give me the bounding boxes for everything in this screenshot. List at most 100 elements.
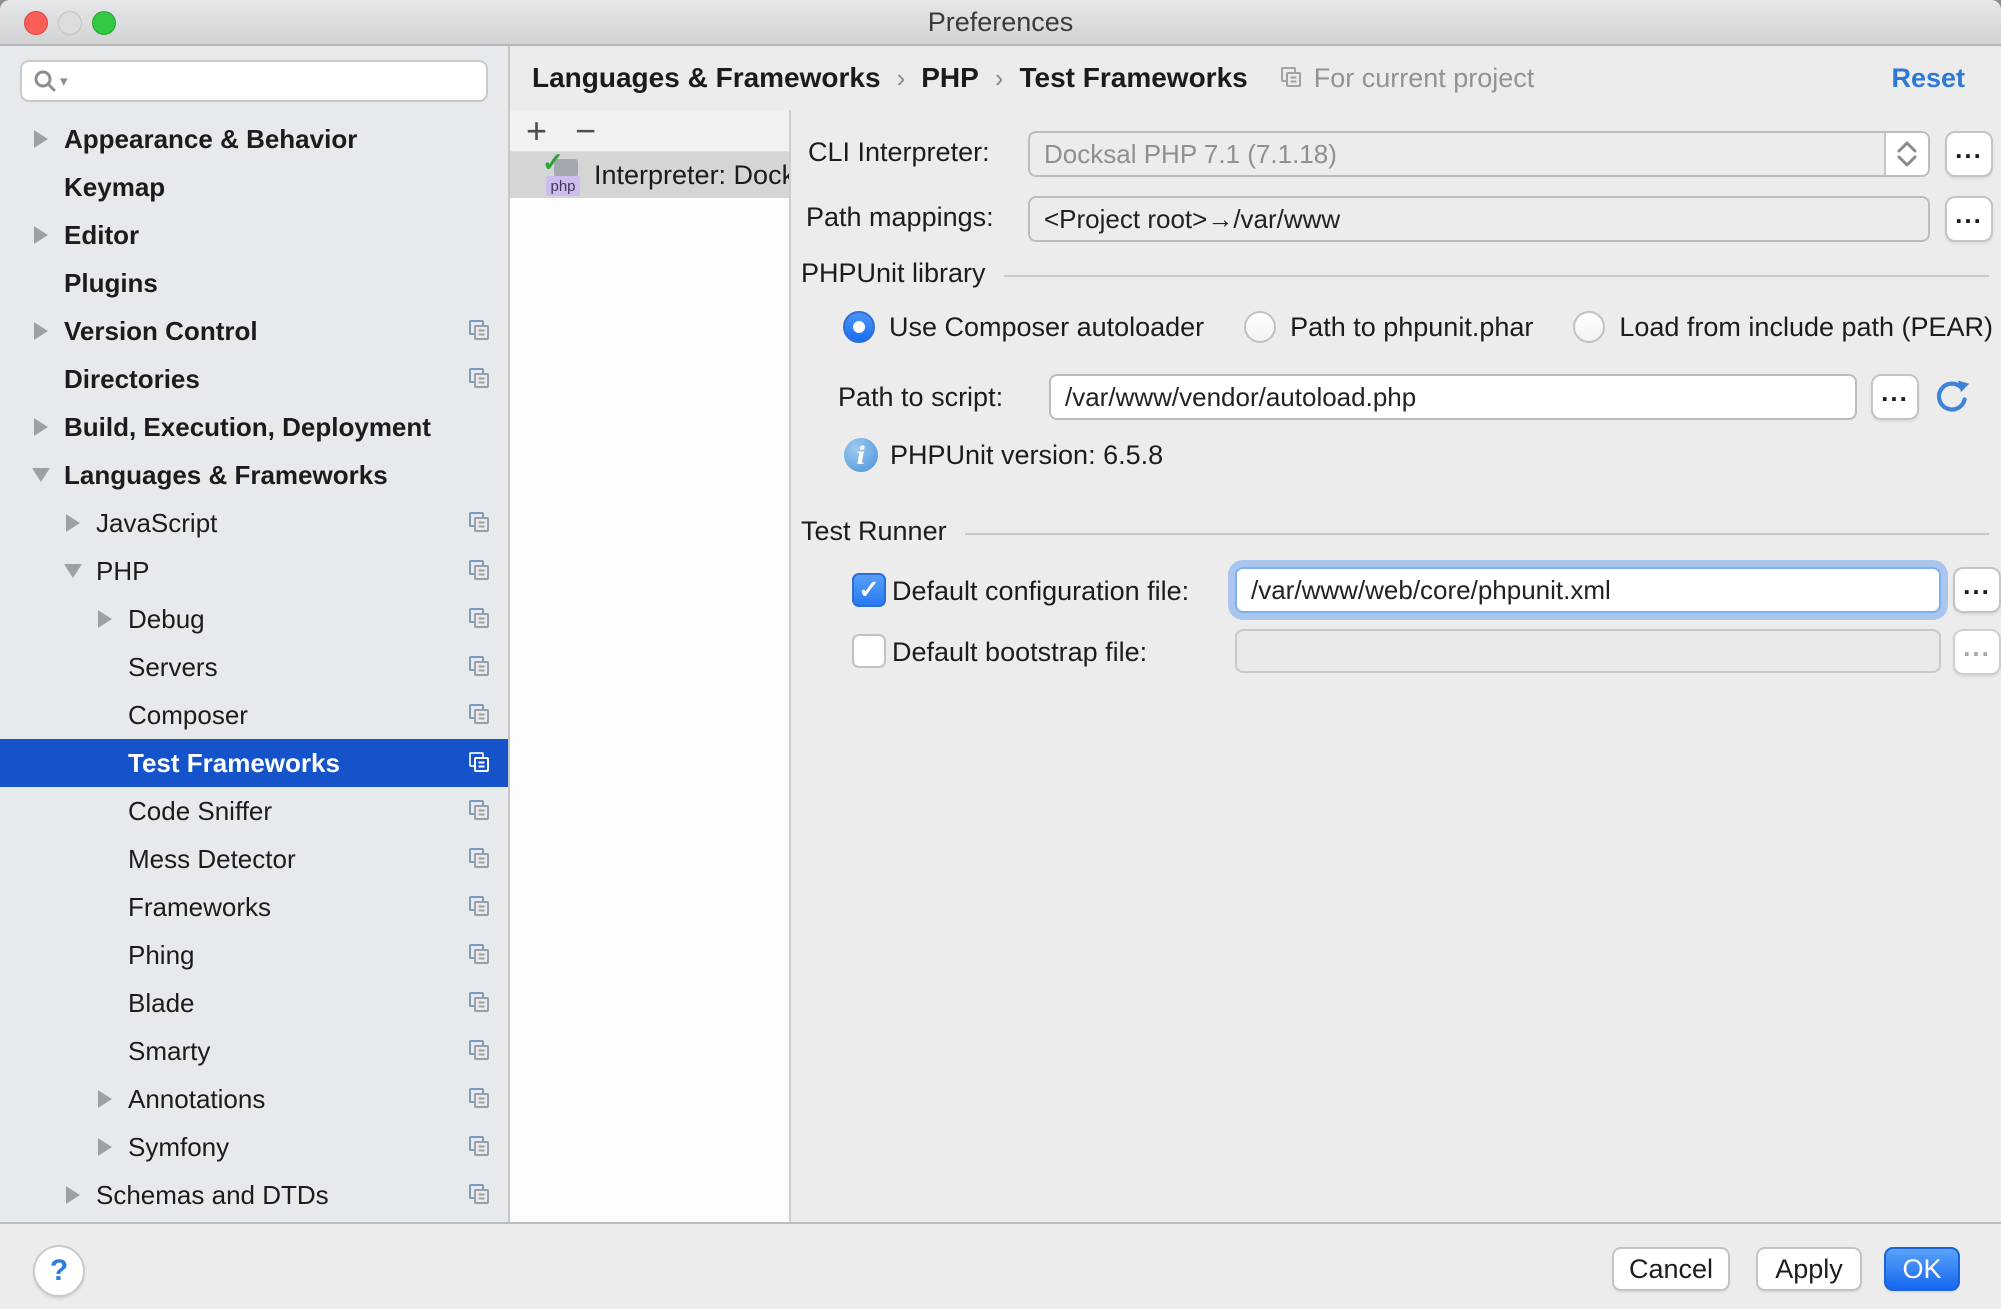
add-interpreter-button[interactable]: + bbox=[526, 113, 547, 149]
sidebar-item-annotations[interactable]: Annotations bbox=[0, 1075, 508, 1123]
sidebar-item-smarty[interactable]: Smarty bbox=[0, 1027, 508, 1075]
sidebar-item-label: Keymap bbox=[64, 172, 466, 203]
apply-button[interactable]: Apply bbox=[1756, 1247, 1862, 1291]
close-window-button[interactable] bbox=[24, 11, 48, 35]
minimize-window-button[interactable] bbox=[58, 11, 82, 35]
per-project-icon bbox=[466, 990, 492, 1016]
phpunit-library-section: PHPUnit library bbox=[801, 258, 1989, 289]
disclosure-triangle-icon[interactable] bbox=[18, 418, 64, 436]
sidebar-item-languages-frameworks[interactable]: Languages & Frameworks bbox=[0, 451, 508, 499]
radio-option-composer-autoloader[interactable]: Use Composer autoloader bbox=[843, 311, 1204, 343]
info-icon: i bbox=[844, 438, 878, 472]
disclosure-triangle-icon[interactable] bbox=[82, 1138, 128, 1156]
radio-button[interactable] bbox=[1573, 311, 1605, 343]
sidebar-item-label: Editor bbox=[64, 220, 466, 251]
disclosure-triangle-icon[interactable] bbox=[18, 226, 64, 244]
cli-interpreter-combobox[interactable] bbox=[1028, 131, 1930, 177]
sidebar-item-label: Languages & Frameworks bbox=[64, 460, 466, 491]
path-mappings-browse-button[interactable]: ... bbox=[1945, 196, 1993, 242]
sidebar-item-code-sniffer[interactable]: Code Sniffer bbox=[0, 787, 508, 835]
remove-interpreter-button[interactable]: − bbox=[575, 113, 596, 149]
search-options-caret-icon[interactable]: ▾ bbox=[60, 72, 68, 90]
disclosure-triangle-icon[interactable] bbox=[18, 468, 64, 482]
sidebar-item-label: Appearance & Behavior bbox=[64, 124, 466, 155]
default-configuration-file-browse-button[interactable]: ... bbox=[1953, 567, 2001, 613]
test-frameworks-form: CLI Interpreter: ... Path mappings: ... … bbox=[791, 110, 2001, 1222]
zoom-window-button[interactable] bbox=[92, 11, 116, 35]
default-bootstrap-file-value bbox=[1237, 636, 1939, 667]
disclosure-triangle-icon[interactable] bbox=[50, 1186, 96, 1204]
radio-option-phpunit-phar[interactable]: Path to phpunit.phar bbox=[1244, 311, 1533, 343]
path-mappings-field[interactable] bbox=[1028, 196, 1930, 242]
sidebar-item-build-execution-deployment[interactable]: Build, Execution, Deployment bbox=[0, 403, 508, 451]
per-project-icon bbox=[466, 1182, 492, 1208]
radio-option-include-path-pear[interactable]: Load from include path (PEAR) bbox=[1573, 311, 1993, 343]
breadcrumb-test-frameworks[interactable]: Test Frameworks bbox=[1019, 62, 1247, 94]
php-badge: php bbox=[546, 176, 580, 196]
scope-label: For current project bbox=[1314, 63, 1535, 94]
default-bootstrap-file-browse-button[interactable]: ... bbox=[1953, 629, 2001, 675]
path-mappings-value[interactable] bbox=[1030, 204, 1928, 235]
chevron-down-icon bbox=[1896, 155, 1918, 167]
sidebar-item-servers[interactable]: Servers bbox=[0, 643, 508, 691]
sidebar-item-schemas-and-dtds[interactable]: Schemas and DTDs bbox=[0, 1171, 508, 1219]
sidebar-item-mess-detector[interactable]: Mess Detector bbox=[0, 835, 508, 883]
sidebar-item-plugins[interactable]: Plugins bbox=[0, 259, 508, 307]
sidebar-item-label: Code Sniffer bbox=[128, 796, 466, 827]
sidebar-item-label: Debug bbox=[128, 604, 466, 635]
radio-button[interactable] bbox=[843, 311, 875, 343]
default-configuration-file-field[interactable] bbox=[1235, 567, 1941, 613]
disclosure-triangle-icon[interactable] bbox=[18, 130, 64, 148]
disclosure-triangle-icon[interactable] bbox=[82, 610, 128, 628]
help-button[interactable]: ? bbox=[33, 1245, 85, 1297]
interpreter-list-item[interactable]: ✓ php Interpreter: Dock bbox=[510, 152, 789, 198]
settings-search-field[interactable]: ▾ bbox=[20, 60, 488, 102]
per-project-icon bbox=[466, 606, 492, 632]
per-project-icon bbox=[466, 1134, 492, 1160]
cli-interpreter-browse-button[interactable]: ... bbox=[1945, 131, 1993, 177]
sidebar-item-phing[interactable]: Phing bbox=[0, 931, 508, 979]
sidebar-item-test-frameworks[interactable]: Test Frameworks bbox=[0, 739, 508, 787]
disclosure-triangle-icon[interactable] bbox=[18, 322, 64, 340]
path-to-script-value[interactable] bbox=[1051, 382, 1855, 413]
sidebar-item-label: Directories bbox=[64, 364, 466, 395]
test-runner-section-label: Test Runner bbox=[801, 516, 947, 547]
path-to-script-browse-button[interactable]: ... bbox=[1871, 374, 1919, 420]
sidebar-item-symfony[interactable]: Symfony bbox=[0, 1123, 508, 1171]
cancel-button[interactable]: Cancel bbox=[1612, 1247, 1730, 1291]
breadcrumb-languages-frameworks[interactable]: Languages & Frameworks bbox=[532, 62, 881, 94]
sidebar-item-editor[interactable]: Editor bbox=[0, 211, 508, 259]
sidebar-item-appearance-behavior[interactable]: Appearance & Behavior bbox=[0, 115, 508, 163]
sidebar-item-php[interactable]: PHP bbox=[0, 547, 508, 595]
default-configuration-file-value[interactable] bbox=[1237, 575, 1939, 606]
radio-button[interactable] bbox=[1244, 311, 1276, 343]
preferences-window: Preferences ▾ Appearance & Behavior Keym… bbox=[0, 0, 2001, 1309]
sidebar-item-frameworks[interactable]: Frameworks bbox=[0, 883, 508, 931]
combobox-stepper[interactable] bbox=[1884, 133, 1928, 175]
ok-button[interactable]: OK bbox=[1884, 1247, 1960, 1291]
sidebar-item-label: Plugins bbox=[64, 268, 466, 299]
default-bootstrap-file-checkbox[interactable]: ✓ bbox=[852, 634, 886, 668]
cli-interpreter-value[interactable] bbox=[1030, 139, 1884, 170]
reset-link[interactable]: Reset bbox=[1891, 63, 1965, 94]
breadcrumb-php[interactable]: PHP bbox=[921, 62, 979, 94]
path-to-script-field[interactable] bbox=[1049, 374, 1857, 420]
per-project-icon bbox=[466, 702, 492, 728]
sidebar-item-blade[interactable]: Blade bbox=[0, 979, 508, 1027]
per-project-icon bbox=[466, 558, 492, 584]
sidebar-item-javascript[interactable]: JavaScript bbox=[0, 499, 508, 547]
sidebar-item-keymap[interactable]: Keymap bbox=[0, 163, 508, 211]
disclosure-triangle-icon[interactable] bbox=[50, 564, 96, 578]
sidebar-item-directories[interactable]: Directories bbox=[0, 355, 508, 403]
default-bootstrap-file-field[interactable] bbox=[1235, 629, 1941, 673]
disclosure-triangle-icon[interactable] bbox=[50, 514, 96, 532]
search-input[interactable] bbox=[76, 65, 476, 98]
disclosure-triangle-icon[interactable] bbox=[82, 1090, 128, 1108]
sidebar-item-composer[interactable]: Composer bbox=[0, 691, 508, 739]
default-configuration-file-checkbox[interactable]: ✓ bbox=[852, 573, 886, 607]
scope-indicator: For current project bbox=[1278, 63, 1535, 94]
sidebar-item-debug[interactable]: Debug bbox=[0, 595, 508, 643]
sidebar-item-label: Smarty bbox=[128, 1036, 466, 1067]
reload-phpunit-version-icon[interactable] bbox=[1931, 376, 1973, 418]
sidebar-item-version-control[interactable]: Version Control bbox=[0, 307, 508, 355]
